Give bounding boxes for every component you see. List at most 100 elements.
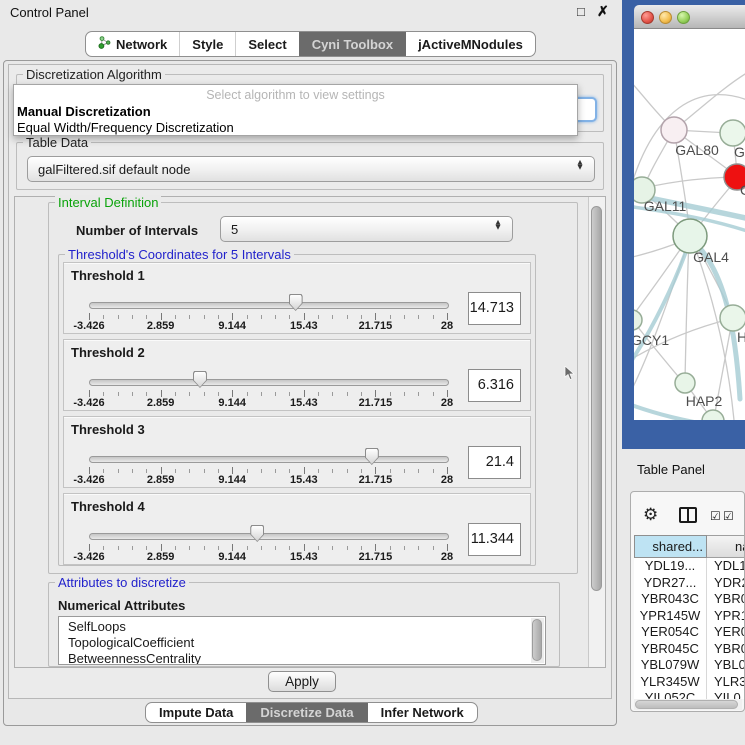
network-node[interactable] xyxy=(675,373,695,393)
number-of-intervals-label: Number of Intervals xyxy=(76,223,198,238)
table-row[interactable]: YBR045CYBR0 xyxy=(634,641,745,658)
close-traffic-light[interactable] xyxy=(641,11,654,24)
network-node[interactable] xyxy=(702,410,724,420)
group-title: Discretization Algorithm xyxy=(23,67,165,82)
name-cell[interactable]: YDL1 xyxy=(707,558,745,575)
name-cell[interactable]: YDR2 xyxy=(707,575,745,592)
table-data-combobox[interactable]: galFiltered.sif default node ▲▼ xyxy=(27,156,595,182)
tab-jactivemnodules[interactable]: jActiveMNodules xyxy=(405,32,535,56)
table-row[interactable]: YER054CYER0 xyxy=(634,624,745,641)
slider-track[interactable] xyxy=(89,533,449,540)
shared-name-cell[interactable]: YIL052C xyxy=(634,690,707,699)
network-window-titlebar[interactable] xyxy=(634,5,745,29)
zoom-traffic-light[interactable] xyxy=(677,11,690,24)
list-scrollbar-thumb[interactable] xyxy=(532,619,542,661)
numerical-attributes-list[interactable]: SelfLoops TopologicalCoefficient Between… xyxy=(58,616,546,665)
table-row[interactable]: YDL19...YDL1 xyxy=(634,558,745,575)
network-node[interactable] xyxy=(634,310,642,330)
network-icon xyxy=(98,36,111,52)
network-node[interactable] xyxy=(720,305,745,331)
tab-label: Impute Data xyxy=(159,705,233,720)
node-label: GA xyxy=(734,144,745,160)
name-cell[interactable]: YBR0 xyxy=(707,641,745,658)
apply-button[interactable]: Apply xyxy=(268,671,336,692)
network-canvas[interactable]: GAL80GACGAL11GAL4GCY1HHAP2 xyxy=(634,29,745,420)
minimize-traffic-light[interactable] xyxy=(659,11,672,24)
list-item[interactable]: SelfLoops xyxy=(59,619,545,635)
column-header-shared-name[interactable]: shared... xyxy=(634,535,707,558)
checkbox-icon[interactable]: ☑ xyxy=(710,509,721,523)
slider-track[interactable] xyxy=(89,456,449,463)
slider-tick-labels: -3.4262.8599.14415.4321.71528 xyxy=(89,474,450,486)
network-edge[interactable] xyxy=(634,322,682,381)
shared-name-cell[interactable]: YDL19... xyxy=(634,558,707,575)
dropdown-placeholder: Select algorithm to view settings xyxy=(14,88,577,102)
tab-style[interactable]: Style xyxy=(179,32,235,56)
network-node[interactable] xyxy=(673,219,707,253)
name-cell[interactable]: YLR3 xyxy=(707,674,745,691)
threshold-value-field[interactable]: 6.316 xyxy=(468,369,521,402)
slider-track[interactable] xyxy=(89,302,449,309)
table-row[interactable]: YDR27...YDR2 xyxy=(634,575,745,592)
threshold-row: Threshold 1 -3.4262.8599.14415.4321.7152… xyxy=(63,262,531,334)
tab-select[interactable]: Select xyxy=(235,32,298,56)
table-row[interactable]: YIL052CYIL0 xyxy=(634,690,745,699)
dropdown-option-equal-width-frequency[interactable]: Equal Width/Frequency Discretization xyxy=(17,120,234,135)
threshold-value-field[interactable]: 21.4 xyxy=(468,446,521,479)
checkbox-icon[interactable]: ☑ xyxy=(723,509,734,523)
threshold-value-field[interactable]: 11.344 xyxy=(468,523,521,556)
close-icon[interactable]: ✗ xyxy=(597,3,609,20)
vertical-scrollbar-thumb[interactable] xyxy=(591,206,602,591)
horizontal-scrollbar-thumb[interactable] xyxy=(635,700,738,709)
name-cell[interactable]: YPR1 xyxy=(707,608,745,625)
control-panel-tabbar: Network Style Select Cyni Toolbox jActiv… xyxy=(85,31,536,57)
tab-cyni-toolbox[interactable]: Cyni Toolbox xyxy=(299,32,405,56)
network-node[interactable] xyxy=(661,117,687,143)
tab-network[interactable]: Network xyxy=(86,32,179,56)
table-header-row: shared... na xyxy=(634,535,745,558)
tab-label: Select xyxy=(248,37,286,52)
group-title: Interval Definition xyxy=(55,195,161,210)
shared-name-cell[interactable]: YBR045C xyxy=(634,641,707,658)
shared-name-cell[interactable]: YLR345W xyxy=(634,674,707,691)
dropdown-option-manual-discretization[interactable]: Manual Discretization xyxy=(17,104,151,119)
list-item[interactable]: BetweennessCentrality xyxy=(59,651,545,665)
name-cell[interactable]: YBL0 xyxy=(707,657,745,674)
table-row[interactable]: YBR043CYBR0 xyxy=(634,591,745,608)
tab-label: jActiveMNodules xyxy=(418,37,523,52)
tab-impute-data[interactable]: Impute Data xyxy=(146,703,246,722)
shared-name-cell[interactable]: YBR043C xyxy=(634,591,707,608)
name-cell[interactable]: YER0 xyxy=(707,624,745,641)
gear-icon[interactable]: ⚙ xyxy=(643,505,658,525)
network-edge[interactable] xyxy=(685,239,689,380)
number-of-intervals-spinner[interactable]: 5 ▲▼ xyxy=(220,216,513,242)
slider-track[interactable] xyxy=(89,379,449,386)
threshold-label: Threshold 3 xyxy=(71,422,145,437)
spinner-arrows-icon[interactable]: ▲▼ xyxy=(493,220,503,229)
threshold-rows-container: Threshold 1 -3.4262.8599.14415.4321.7152… xyxy=(63,262,533,574)
node-label: GAL4 xyxy=(693,249,729,265)
network-edge-thick[interactable] xyxy=(634,243,689,369)
shared-name-cell[interactable]: YDR27... xyxy=(634,575,707,592)
float-icon[interactable]: □ xyxy=(577,4,585,19)
threshold-value-field[interactable]: 14.713 xyxy=(468,292,521,325)
table-row[interactable]: YPR145WYPR1 xyxy=(634,608,745,625)
tab-infer-network[interactable]: Infer Network xyxy=(367,703,477,722)
list-scrollbar[interactable] xyxy=(531,618,544,663)
column-header-name[interactable]: na xyxy=(707,535,745,558)
name-cell[interactable]: YBR0 xyxy=(707,591,745,608)
network-edge[interactable] xyxy=(644,177,734,188)
shared-name-cell[interactable]: YPR145W xyxy=(634,608,707,625)
columns-icon[interactable] xyxy=(679,507,697,523)
table-row[interactable]: YBL079WYBL0 xyxy=(634,657,745,674)
shared-name-cell[interactable]: YBL079W xyxy=(634,657,707,674)
group-title: Threshold's Coordinates for 5 Intervals xyxy=(65,247,294,262)
horizontal-scrollbar[interactable] xyxy=(634,699,742,710)
shared-name-cell[interactable]: YER054C xyxy=(634,624,707,641)
tab-discretize-data[interactable]: Discretize Data xyxy=(246,703,366,722)
list-item[interactable]: TopologicalCoefficient xyxy=(59,635,545,651)
node-label: C xyxy=(740,182,745,198)
network-node[interactable] xyxy=(720,120,745,146)
table-row[interactable]: YLR345WYLR3 xyxy=(634,674,745,691)
name-cell[interactable]: YIL0 xyxy=(707,690,745,699)
